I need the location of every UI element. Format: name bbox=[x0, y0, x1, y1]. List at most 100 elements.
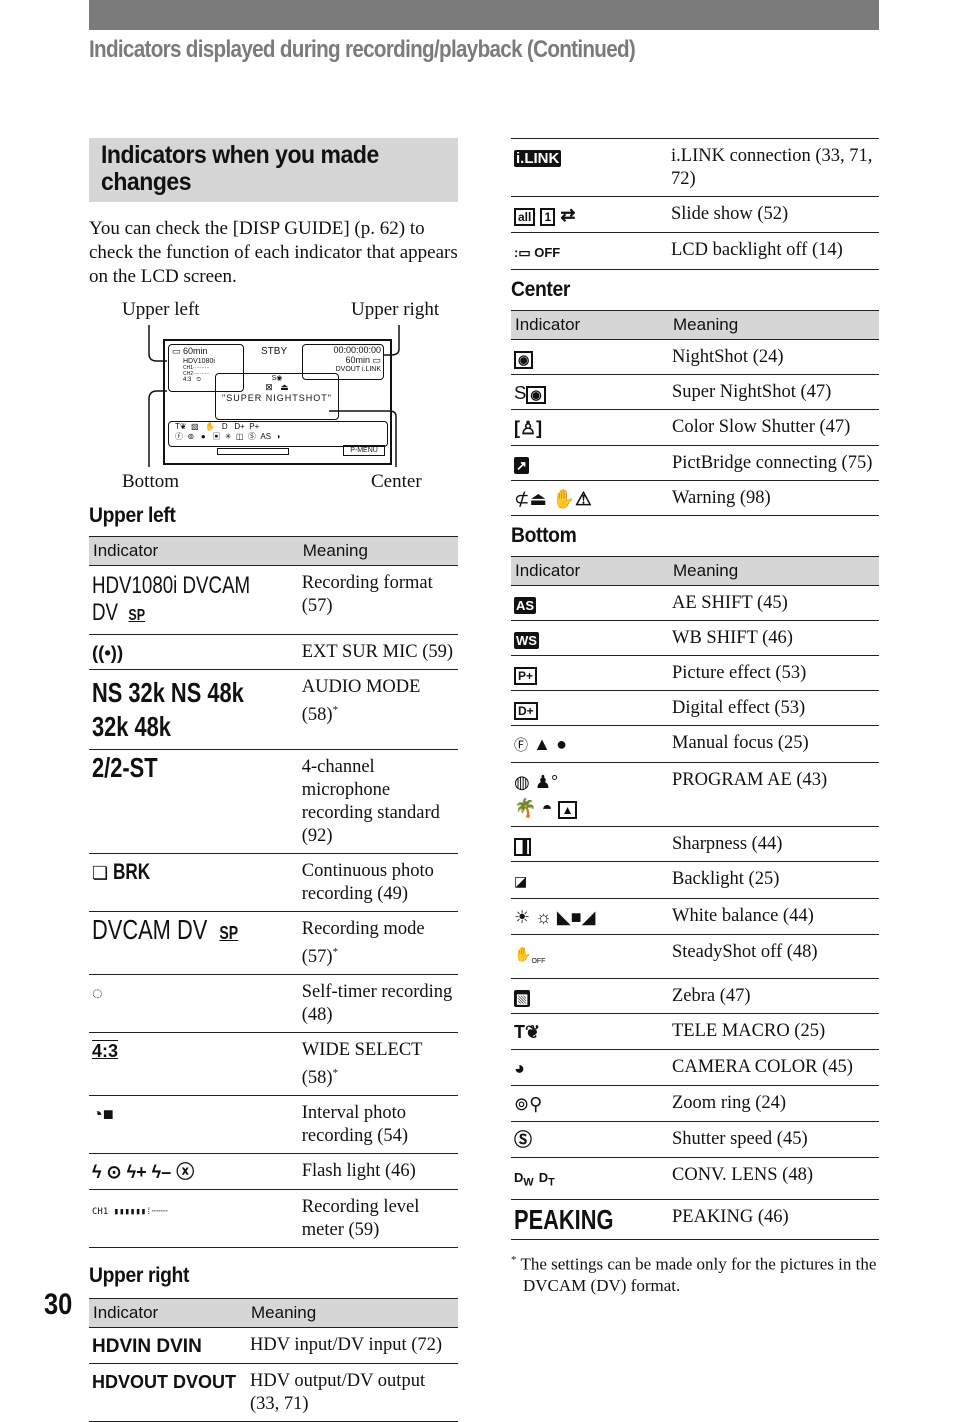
meaning-cell: Manual focus (25) bbox=[669, 725, 879, 763]
table-row: Ⓕ ▲ ● Manual focus (25) bbox=[511, 725, 879, 763]
meaning-cell: Interval photo recording (54) bbox=[298, 1095, 458, 1155]
table-row: P+ Picture effect (53) bbox=[511, 655, 879, 691]
interval-photo-icon: ◔■ bbox=[92, 1104, 114, 1125]
table-header-row: Indicator Meaning bbox=[89, 1298, 458, 1329]
header-indicator: Indicator bbox=[89, 536, 299, 566]
beach-icon: 🌴 bbox=[514, 798, 537, 818]
sunset-icon: ◓ bbox=[541, 798, 553, 818]
meaning-cell: Continuous photo recording (49) bbox=[298, 853, 458, 912]
lcd-aspect: 4:3 bbox=[183, 377, 192, 383]
header-indicator: Indicator bbox=[89, 1298, 247, 1329]
lcd-diagram: Upper left Upper right Bottom Center ▭ 6… bbox=[89, 299, 458, 504]
meaning-cell: Recording mode (57)* bbox=[298, 911, 458, 976]
header-indicator: Indicator bbox=[511, 310, 669, 340]
table-row: ◕ CAMERA COLOR (45) bbox=[511, 1049, 879, 1086]
table-row: ↗ PictBridge connecting (75) bbox=[511, 445, 879, 481]
meaning-cell: WIDE SELECT (58)* bbox=[298, 1032, 458, 1097]
eject-icon: ⏏ bbox=[529, 488, 547, 509]
meaning-cell: Zoom ring (24) bbox=[669, 1085, 879, 1122]
indoor-icon: ☼ bbox=[535, 907, 552, 927]
table-row: AS AE SHIFT (45) bbox=[511, 585, 879, 621]
meaning-cell: WB SHIFT (46) bbox=[669, 620, 879, 656]
meaning-cell: CAMERA COLOR (45) bbox=[669, 1049, 879, 1086]
meaning-cell: Warning (98) bbox=[669, 480, 879, 516]
slideshow-all-icon: all bbox=[514, 208, 536, 226]
table-row: ☀ ☼ ◣■◢ White balance (44) bbox=[511, 898, 879, 935]
audio-mode-icons: NS 32k NS 48k 32k 48k bbox=[89, 669, 299, 750]
table-header-row: Indicator Meaning bbox=[511, 556, 879, 586]
page-title: Indicators displayed during recording/pl… bbox=[89, 36, 636, 63]
meaning-cell: Slide show (52) bbox=[668, 196, 879, 233]
upper-left-table: Indicator Meaning HDV1080i DVCAM DV SP Re… bbox=[89, 536, 458, 1249]
header-indicator: Indicator bbox=[511, 556, 669, 586]
meaning-cell: HDV output/DV output (33, 71) bbox=[247, 1363, 458, 1422]
lcd-tape: 60min bbox=[345, 355, 370, 365]
meaning-cell: HDV input/DV input (72) bbox=[247, 1327, 458, 1365]
super-nightshot-icon: S ◉ bbox=[514, 382, 546, 404]
table-row: ❏ BRK Continuous photo recording (49) bbox=[89, 853, 458, 912]
manual-focus-icon: Ⓕ bbox=[514, 737, 528, 753]
lcd-message: "SUPER NIGHTSHOT" bbox=[222, 393, 332, 403]
footnote: * The settings can be made only for the … bbox=[511, 1254, 877, 1296]
table-row: i.LINK i.LINK connection (33, 71, 72) bbox=[511, 138, 879, 197]
table-row: DVCAM DV SP Recording mode (57)* bbox=[89, 911, 458, 976]
ilink-icon: i.LINK bbox=[514, 150, 562, 167]
table-row: 2/2-ST 4-channel microphone recording st… bbox=[89, 749, 458, 854]
wb-shift-icon: WS bbox=[514, 632, 539, 649]
meaning-cell: PictBridge connecting (75) bbox=[669, 445, 879, 481]
table-row: ✋OFF SteadyShot off (48) bbox=[511, 934, 879, 979]
shutter-speed-icon: Ⓢ bbox=[514, 1129, 532, 1150]
left-column: Indicators when you made changes You can… bbox=[89, 138, 458, 1422]
recording-mode-icons: DVCAM DV SP bbox=[89, 911, 299, 976]
lcd-center-s: S bbox=[271, 375, 277, 382]
meaning-cell: Flash light (46) bbox=[298, 1153, 458, 1191]
person-icon: ● bbox=[556, 734, 567, 754]
table-row: HDVOUT DVOUT HDV output/DV output (33, 7… bbox=[89, 1363, 458, 1422]
meaning-cell: i.LINK connection (33, 71, 72) bbox=[668, 138, 879, 197]
meaning-cell: LCD backlight off (14) bbox=[668, 232, 879, 270]
meaning-cell: Zebra (47) bbox=[669, 978, 879, 1014]
upper-left-heading: Upper left bbox=[89, 504, 176, 527]
table-row: CH1 ▮▮▮▮▮▮⁞┄┄┄ Recording level meter (59… bbox=[89, 1189, 458, 1249]
nightshot-icon: ◉ bbox=[514, 351, 534, 369]
table-row: Ⓢ Shutter speed (45) bbox=[511, 1121, 879, 1158]
lcd-bottom-box: T❦ ▧ ✋ D D+ P+ ⓕ ⊚ ● ▣ ✳ ◫ Ⓢ AS ◑ bbox=[168, 421, 388, 447]
picture-effect-icon: P+ bbox=[514, 667, 538, 685]
upper-right-table-continued: i.LINK i.LINK connection (33, 71, 72) al… bbox=[511, 138, 879, 270]
meaning-cell: 4-channel microphone recording standard … bbox=[298, 749, 458, 854]
page-number: 30 bbox=[44, 1288, 73, 1321]
table-row: ◍ ♟° 🌴 ◓ ▲ PROGRAM AE (43) bbox=[511, 762, 879, 827]
color-slow-shutter-icon: [♙] bbox=[514, 418, 543, 438]
meaning-cell: Sharpness (44) bbox=[669, 826, 879, 862]
meaning-cell: TELE MACRO (25) bbox=[669, 1013, 879, 1050]
meaning-cell: Color Slow Shutter (47) bbox=[669, 409, 879, 446]
battery-icon: ▭ bbox=[172, 346, 181, 356]
landscape-icon: ▲ bbox=[557, 801, 578, 819]
tele-macro-icon: T❦ bbox=[514, 1021, 541, 1042]
meaning-cell: AE SHIFT (45) bbox=[669, 585, 879, 621]
header-meaning: Meaning bbox=[669, 556, 879, 586]
table-row: ⊚⚲ Zoom ring (24) bbox=[511, 1085, 879, 1122]
meaning-cell: Super NightShot (47) bbox=[669, 374, 879, 410]
repeat-icon: ⇄ bbox=[560, 205, 576, 225]
table-header-row: Indicator Meaning bbox=[89, 536, 458, 566]
camera-color-icon: ◕ bbox=[514, 1057, 525, 1078]
conv-lens-tele-icon: DT bbox=[538, 1169, 555, 1189]
meaning-cell: AUDIO MODE (58)* bbox=[298, 669, 458, 750]
continuous-photo-icons: ❏ BRK bbox=[89, 853, 299, 912]
table-row: HDVIN DVIN HDV input/DV input (72) bbox=[89, 1327, 458, 1365]
center-table: Indicator Meaning ◉ NightShot (24) S ◉ Su… bbox=[511, 310, 879, 516]
lcd-format: HDV1080i bbox=[183, 358, 215, 365]
meaning-cell: EXT SUR MIC (59) bbox=[298, 634, 458, 670]
lcd-center-box: S◉ ⊠ ⏏ "SUPER NIGHTSHOT" bbox=[215, 373, 339, 420]
digital-effect-icon: D+ bbox=[514, 702, 538, 720]
table-row: ▧ Zebra (47) bbox=[511, 978, 879, 1014]
header-meaning: Meaning bbox=[247, 1298, 458, 1329]
lcd-timecode: 00:00:00:00 bbox=[333, 345, 381, 355]
table-row: ◉ NightShot (24) bbox=[511, 339, 879, 375]
table-row: T❦ TELE MACRO (25) bbox=[511, 1013, 879, 1050]
table-row: HDV1080i DVCAM DV SP Recording format (57… bbox=[89, 565, 458, 635]
outdoor-icon: ☀ bbox=[514, 907, 531, 927]
table-row: ϟ ⊙ ϟ+ ϟ– ⓧ Flash light (46) bbox=[89, 1153, 458, 1191]
flash-icons: ϟ ⊙ ϟ+ ϟ– ⓧ bbox=[92, 1162, 195, 1183]
